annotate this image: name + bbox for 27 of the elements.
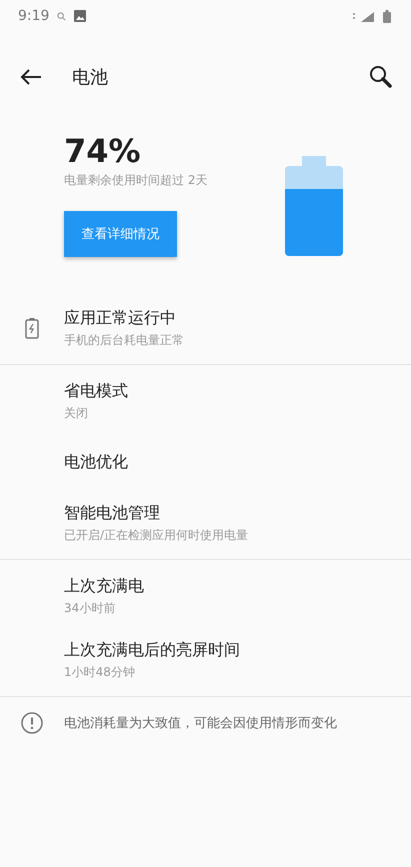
item-title: 上次充满电后的亮屏时间 <box>64 640 240 660</box>
battery-icon <box>383 10 391 22</box>
item-subtitle: 34小时前 <box>64 600 116 616</box>
page-title: 电池 <box>72 66 108 89</box>
settings-item[interactable]: 应用正常运行中 手机的后台耗电量正常 <box>0 296 411 360</box>
item-title: 电池优化 <box>64 452 128 472</box>
item-subtitle: 1小时48分钟 <box>64 664 136 680</box>
remaining-time: 电量剩余使用时间超过 2天 <box>64 172 208 189</box>
item-title: 上次充满电 <box>64 576 144 596</box>
settings-item[interactable]: 上次充满电后的亮屏时间 1小时48分钟 <box>0 628 411 692</box>
settings-item[interactable]: 智能电池管理 已开启/正在检测应用何时使用电量 <box>0 491 411 555</box>
item-subtitle: 手机的后台耗电量正常 <box>64 332 184 348</box>
item-title: 省电模式 <box>64 380 128 402</box>
settings-item[interactable]: 省电模式 关闭 <box>0 369 411 433</box>
item-subtitle: 已开启/正在检测应用何时使用电量 <box>64 526 248 544</box>
search-icon <box>57 12 66 20</box>
battery-percent: 74% <box>64 132 142 170</box>
settings-item[interactable]: 上次充满电 34小时前 <box>0 564 411 628</box>
image-icon <box>74 10 86 22</box>
item-subtitle: 关闭 <box>64 404 89 422</box>
signal-icon <box>351 10 375 22</box>
status-time: 9:19 <box>18 8 50 24</box>
info-icon <box>21 712 43 734</box>
settings-item[interactable]: 电池优化 <box>0 433 411 491</box>
item-title: 智能电池管理 <box>64 502 161 524</box>
item-title: 应用正常运行中 <box>64 308 177 328</box>
footer-note: 电池消耗量为大致值，可能会因使用情形而变化 <box>64 715 337 732</box>
